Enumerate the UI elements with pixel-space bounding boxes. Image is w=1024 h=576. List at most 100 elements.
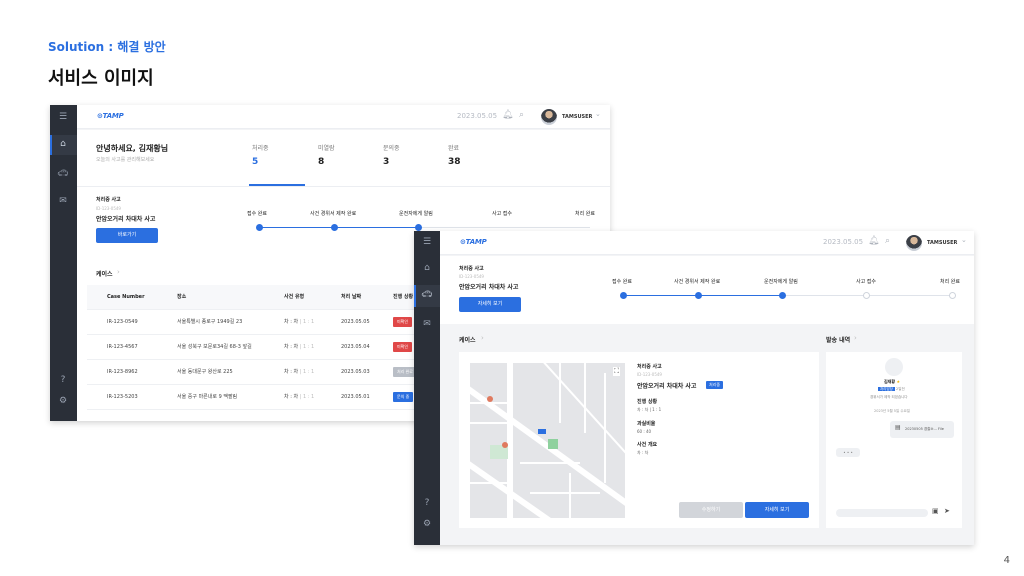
step-label: 사고 접수 bbox=[492, 211, 512, 217]
progress-label: 진행 상황 bbox=[637, 399, 658, 405]
col-header: Case Number bbox=[87, 285, 177, 310]
file-name: 20230505 경찰소... File bbox=[905, 427, 944, 431]
stat-value: 5 bbox=[252, 157, 259, 167]
step-dot bbox=[863, 292, 870, 299]
chat-tag: 처리담당 2일전 bbox=[878, 387, 905, 392]
date: 2023.05.05 bbox=[823, 238, 864, 246]
search-icon[interactable]: ⌕ bbox=[885, 236, 890, 246]
status-badge: 미확인 bbox=[393, 316, 413, 327]
case-id: IR-123-5203 bbox=[87, 384, 177, 410]
topbar: ⊙TAMP 2023.05.05 🔔︎ ⌕ TAMSUSER ⌄ bbox=[440, 231, 974, 255]
stat-label: 완료 bbox=[448, 145, 460, 152]
chevron-down-icon[interactable]: ⌄ bbox=[961, 236, 967, 244]
case-type: 차 : 차 | 1 : 1 bbox=[284, 309, 341, 335]
chat-name-text: 김재황 bbox=[884, 379, 896, 384]
case-date: 2023.05.03 bbox=[341, 359, 393, 385]
incident-id: ID-123-0549 bbox=[459, 274, 484, 279]
table-row[interactable]: IR-123-4567 서울 성북구 보문로34길 68-3 앞길 차 : 차 … bbox=[87, 334, 427, 360]
search-icon[interactable]: ⌕ bbox=[519, 110, 524, 120]
incident-label: 처리중 사고 bbox=[459, 266, 484, 272]
table-row[interactable]: IR-123-8962 서울 동대문구 왕산로 225 차 : 차 | 1 : … bbox=[87, 359, 427, 385]
home-icon[interactable]: ⌂ bbox=[50, 139, 76, 149]
edit-button[interactable]: 수정하기 bbox=[679, 502, 743, 518]
star-icon: ★ bbox=[896, 379, 901, 384]
sidebar: ☰ ⌂ 🚗︎ ✉ ? ⚙ bbox=[50, 105, 77, 421]
case-id: ID-123-0549 bbox=[637, 372, 662, 377]
avatar[interactable] bbox=[541, 109, 557, 125]
stat-value: 3 bbox=[383, 157, 390, 167]
chat-name: 김재황 ★ bbox=[884, 379, 900, 385]
message-input[interactable] bbox=[836, 509, 928, 517]
date: 2023.05.05 bbox=[457, 112, 498, 120]
case-label: 처리중 사고 bbox=[637, 364, 662, 370]
username[interactable]: TAMSUSER bbox=[562, 114, 592, 120]
case-id: IR-123-0549 bbox=[87, 309, 177, 335]
chat-intro: 경위서가 제작 되었습니다 bbox=[870, 395, 908, 399]
bell-icon[interactable]: 🔔︎ bbox=[868, 236, 879, 246]
chevron-right-icon[interactable]: › bbox=[117, 268, 120, 276]
file-message[interactable]: ▤ 20230505 경찰소... File bbox=[890, 421, 954, 438]
help-icon[interactable]: ? bbox=[414, 498, 440, 508]
home-icon[interactable]: ⌂ bbox=[414, 263, 440, 273]
step-dot bbox=[949, 292, 956, 299]
cases-table: Case Number 장소 사건 유형 처리 날짜 진행 상황 IR-123-… bbox=[87, 285, 427, 410]
send-icon[interactable]: ➤ bbox=[944, 507, 950, 515]
case-type: 차 : 차 | 1 : 1 bbox=[284, 384, 341, 410]
menu-icon[interactable]: ☰ bbox=[50, 112, 76, 122]
col-header: 사건 유형 bbox=[284, 285, 341, 310]
progress-value: 차 : 차 | 1 : 1 bbox=[637, 407, 662, 412]
type-ratio: 1 : 1 bbox=[302, 394, 315, 400]
incident-title: 안암오거리 차대차 사고 bbox=[96, 216, 156, 223]
chat-avatar bbox=[885, 358, 903, 376]
case-detail-button[interactable]: 자세히 보기 bbox=[745, 502, 809, 518]
stat-label: 문의중 bbox=[383, 145, 400, 152]
status-badge: 미확인 bbox=[393, 341, 413, 352]
cases-label[interactable]: 케이스 bbox=[96, 269, 113, 278]
expand-icon[interactable]: ⛶ bbox=[613, 367, 620, 376]
bell-icon[interactable]: 🔔︎ bbox=[502, 110, 513, 120]
chevron-right-icon[interactable]: › bbox=[854, 334, 857, 342]
menu-icon[interactable]: ☰ bbox=[414, 237, 440, 247]
type-value: 차 : 차 bbox=[284, 394, 299, 400]
settings-icon[interactable]: ⚙ bbox=[414, 519, 440, 529]
logo: ⊙TAMP bbox=[97, 112, 124, 120]
sidebar: ☰ ⌂ 🚗︎ ✉ ? ⚙ bbox=[414, 231, 440, 545]
table-row[interactable]: IR-123-0549 서울특별시 종로구 1949길 23 차 : 차 | 1… bbox=[87, 309, 427, 335]
step-label: 사건 경위서 제작 완료 bbox=[310, 211, 357, 217]
summary-label: 사건 개요 bbox=[637, 442, 658, 448]
send-history-label[interactable]: 발송 내역 bbox=[826, 335, 850, 344]
mail-icon[interactable]: ✉ bbox=[414, 319, 440, 329]
map-view[interactable]: ⛶ bbox=[470, 363, 625, 518]
incident-title: 안암오거리 차대차 사고 bbox=[459, 284, 519, 291]
col-header: 처리 날짜 bbox=[341, 285, 393, 310]
fault-value: 60 : 40 bbox=[637, 429, 652, 434]
logo: ⊙TAMP bbox=[460, 238, 487, 246]
greeting-sub: 오늘의 사고를 관리해보세요 bbox=[96, 157, 155, 163]
chat-timestamp: 2023년 5월 5일 수요일 bbox=[874, 409, 911, 413]
case-date: 2023.05.05 bbox=[341, 309, 393, 335]
case-place: 서울특별시 종로구 1949길 23 bbox=[177, 309, 284, 335]
step-dot bbox=[620, 292, 627, 299]
chevron-right-icon[interactable]: › bbox=[481, 334, 484, 342]
cases-label[interactable]: 케이스 bbox=[459, 335, 476, 344]
mail-icon[interactable]: ✉ bbox=[50, 196, 76, 206]
stat-value: 8 bbox=[318, 157, 325, 167]
username[interactable]: TAMSUSER bbox=[927, 240, 957, 246]
case-card: ⛶ 처리중 사고 ID-123-0549 안암오거리 차대차 사고 처리중 진행… bbox=[459, 352, 819, 528]
car-icon[interactable]: 🚗︎ bbox=[414, 290, 440, 300]
image-icon[interactable]: ▣ bbox=[932, 507, 939, 515]
fault-label: 과실비율 bbox=[637, 421, 656, 427]
detail-button[interactable]: 자세히 보기 bbox=[459, 297, 521, 312]
help-icon[interactable]: ? bbox=[50, 375, 76, 385]
step-label: 처리 완료 bbox=[940, 279, 960, 285]
shortcut-button[interactable]: 바로가기 bbox=[96, 228, 158, 243]
settings-icon[interactable]: ⚙ bbox=[50, 396, 76, 406]
chevron-down-icon[interactable]: ⌄ bbox=[595, 110, 601, 118]
table-row[interactable]: IR-123-5203 서울 중구 마른내로 9 맥팔림 차 : 차 | 1 :… bbox=[87, 384, 427, 410]
type-value: 차 : 차 bbox=[284, 319, 299, 325]
case-place: 서울 중구 마른내로 9 맥팔림 bbox=[177, 384, 284, 410]
case-id: IR-123-8962 bbox=[87, 359, 177, 385]
avatar[interactable] bbox=[906, 235, 922, 251]
page-number: 4 bbox=[1003, 555, 1010, 566]
car-icon[interactable]: 🚗︎ bbox=[50, 169, 76, 179]
